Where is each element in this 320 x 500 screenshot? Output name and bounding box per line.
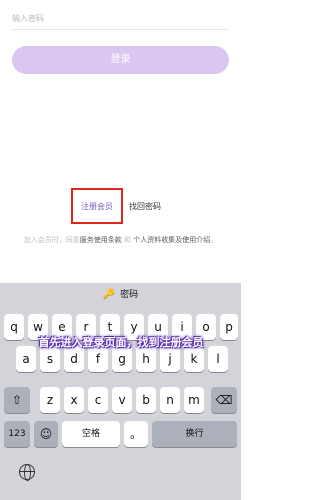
keyboard-suggestion-bar: 🔑 密码 bbox=[0, 283, 241, 307]
key-b[interactable]: b bbox=[136, 387, 156, 413]
emoji-key[interactable]: ☺ bbox=[34, 421, 58, 447]
key-p[interactable]: p bbox=[220, 314, 238, 340]
instruction-caption: 首先进入登录页面，找到注册会员 bbox=[38, 336, 204, 349]
terms-and: 和 bbox=[124, 236, 131, 244]
password-field[interactable]: 输入密码 bbox=[12, 8, 229, 30]
key-q[interactable]: q bbox=[4, 314, 24, 340]
key-v[interactable]: v bbox=[112, 387, 132, 413]
highlight-box bbox=[71, 188, 123, 224]
delete-key[interactable]: ⌫ bbox=[211, 387, 237, 413]
key-icon: 🔑 bbox=[102, 289, 116, 300]
service-terms-link[interactable]: 服务使用条款 bbox=[80, 236, 122, 244]
terms-prefix: 加入会员时，同意 bbox=[23, 236, 80, 244]
shift-key[interactable]: ⇧ bbox=[4, 387, 30, 413]
privacy-link[interactable]: 个人资料收集及使用介绍 bbox=[133, 236, 210, 244]
password-placeholder: 输入密码 bbox=[12, 14, 44, 23]
login-button[interactable]: 登录 bbox=[12, 46, 229, 74]
terms-suffix: 。 bbox=[210, 236, 218, 244]
globe-icon[interactable] bbox=[19, 464, 35, 481]
keyboard: 🔑 密码 q w e r t y u i o p a s d f g h j k… bbox=[0, 283, 241, 500]
key-n[interactable]: n bbox=[160, 387, 180, 413]
period-key[interactable]: 。 bbox=[124, 421, 148, 447]
key-x[interactable]: x bbox=[64, 387, 84, 413]
space-key[interactable]: 空格 bbox=[62, 421, 120, 447]
numbers-key[interactable]: 123 bbox=[4, 421, 30, 447]
key-m[interactable]: m bbox=[184, 387, 204, 413]
terms-text: 加入会员时，同意服务使用条款 和 个人资料收集及使用介绍。 bbox=[20, 235, 221, 245]
keyboard-bar-label: 密码 bbox=[120, 290, 139, 300]
return-key[interactable]: 换行 bbox=[152, 421, 237, 447]
forgot-password-link[interactable]: 找回密码 bbox=[129, 197, 161, 217]
key-z[interactable]: z bbox=[40, 387, 60, 413]
key-c[interactable]: c bbox=[88, 387, 108, 413]
